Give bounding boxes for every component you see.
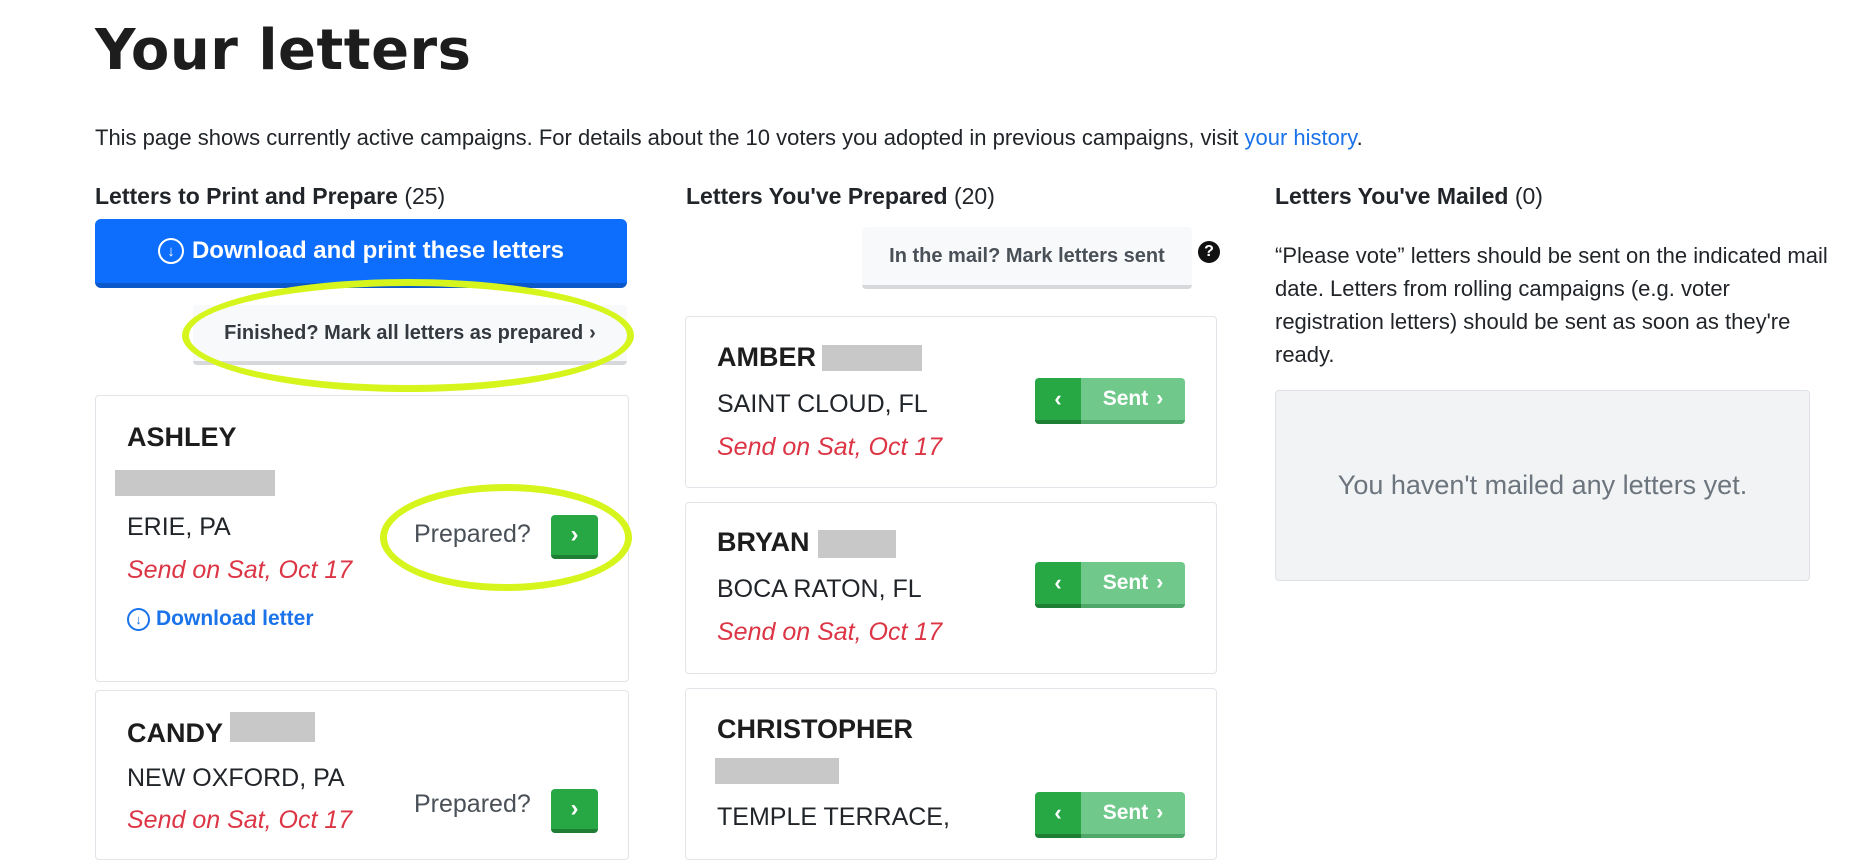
to-prepare-heading: Letters to Print and Prepare (25) — [95, 183, 446, 209]
highlight-oval — [182, 279, 634, 392]
chevron-right-icon: › — [1156, 801, 1164, 824]
prepared-label: Prepared? — [414, 790, 531, 818]
redacted-last-name — [822, 345, 922, 371]
chevron-left-icon[interactable]: ‹ — [1035, 562, 1081, 608]
chevron-left-icon[interactable]: ‹ — [1035, 378, 1081, 424]
voter-city: TEMPLE TERRACE, — [717, 803, 950, 831]
voter-city: SAINT CLOUD, FL — [717, 390, 928, 418]
voter-first-name: AMBER — [717, 342, 816, 372]
mailed-heading: Letters You've Mailed (0) — [1275, 183, 1543, 209]
mark-letters-sent-button[interactable]: In the mail? Mark letters sent — [862, 227, 1192, 289]
sent-button[interactable]: Sent › — [1081, 378, 1185, 424]
history-link[interactable]: your history — [1245, 125, 1357, 150]
redacted-last-name — [818, 530, 896, 558]
highlight-oval — [380, 484, 632, 591]
redacted-last-name — [115, 470, 275, 496]
sent-button[interactable]: Sent › — [1081, 562, 1185, 608]
voter-city: BOCA RATON, FL — [717, 575, 922, 603]
chevron-right-icon: › — [1156, 387, 1164, 410]
send-date: Send on Sat, Oct 17 — [717, 618, 943, 646]
send-date: Send on Sat, Oct 17 — [127, 806, 353, 834]
voter-first-name: BRYAN — [717, 527, 810, 557]
empty-mailed-box: You haven't mailed any letters yet. — [1275, 390, 1810, 581]
sent-button[interactable]: Sent › — [1081, 792, 1185, 838]
question-circle-icon[interactable]: ? — [1198, 241, 1220, 263]
mailing-info-text: “Please vote” letters should be sent on … — [1275, 243, 1828, 367]
chevron-left-icon[interactable]: ‹ — [1035, 792, 1081, 838]
download-circle-icon: ↓ — [157, 238, 184, 264]
prepared-heading: Letters You've Prepared (20) — [686, 183, 995, 209]
send-date: Send on Sat, Oct 17 — [717, 433, 943, 461]
sent-toggle[interactable]: ‹ Sent › — [1035, 562, 1185, 608]
intro-text: This page shows currently active campaig… — [95, 125, 1363, 150]
voter-city: ERIE, PA — [127, 513, 231, 541]
chevron-right-icon: › — [1156, 571, 1164, 594]
download-all-button[interactable]: ↓ Download and print these letters — [95, 219, 627, 288]
voter-city: NEW OXFORD, PA — [127, 764, 345, 792]
redacted-last-name — [715, 758, 839, 784]
chevron-right-icon: › — [570, 795, 579, 822]
page-title: Your letters — [95, 18, 472, 83]
download-circle-icon: ↓ — [127, 607, 150, 631]
empty-mailed-text: You haven't mailed any letters yet. — [1337, 470, 1748, 500]
download-letter-link[interactable]: ↓ Download letter — [127, 607, 314, 631]
send-date: Send on Sat, Oct 17 — [127, 556, 353, 584]
redacted-last-name — [230, 712, 315, 742]
mark-prepared-button[interactable]: › — [551, 789, 598, 833]
voter-first-name: CHRISTOPHER — [717, 714, 914, 744]
sent-toggle[interactable]: ‹ Sent › — [1035, 792, 1185, 838]
voter-first-name: ASHLEY — [127, 422, 237, 452]
sent-toggle[interactable]: ‹ Sent › — [1035, 378, 1185, 424]
voter-first-name: CANDY — [127, 718, 224, 748]
